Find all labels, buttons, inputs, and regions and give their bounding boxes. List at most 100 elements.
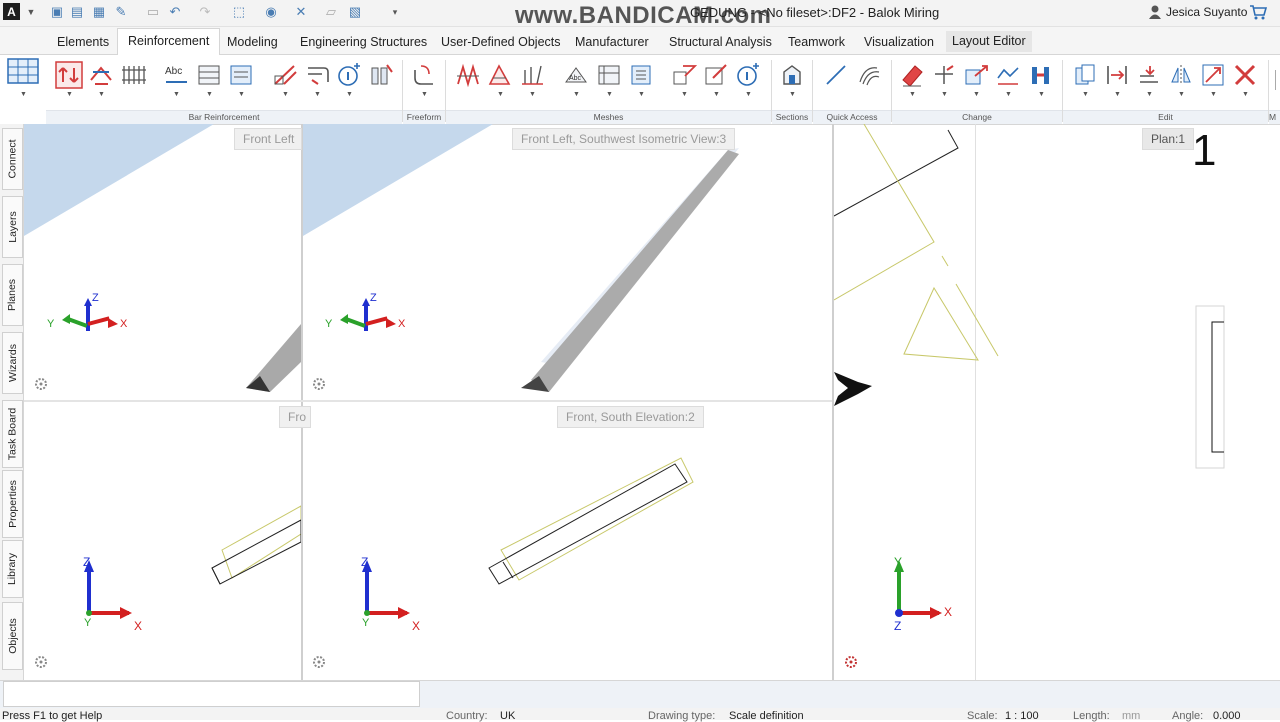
print-icon[interactable]: ▭: [144, 3, 162, 21]
bar-shape-dropdown-icon[interactable]: ▼: [66, 91, 73, 98]
tab-layout-editor[interactable]: Layout Editor: [946, 31, 1032, 52]
side-tab-connect[interactable]: Connect: [2, 128, 23, 190]
bar-label-icon[interactable]: Abc: [163, 62, 189, 88]
mesh-draw-icon[interactable]: [703, 62, 729, 88]
mesh-draw-dropdown-icon[interactable]: ▼: [713, 91, 720, 98]
tab-user-defined-objects[interactable]: User-Defined Objects: [441, 30, 561, 54]
mesh-label-icon[interactable]: Abc: [563, 62, 589, 88]
eraser-icon[interactable]: [899, 62, 925, 88]
user-icon[interactable]: [1148, 4, 1162, 20]
mesh-label-dropdown-icon[interactable]: ▼: [573, 91, 580, 98]
tools-menu-icon[interactable]: [6, 56, 40, 86]
status-country[interactable]: UK: [500, 710, 515, 722]
view-settings-icon[interactable]: [844, 655, 858, 669]
section-dropdown-icon[interactable]: ▼: [789, 91, 796, 98]
status-length-unit[interactable]: mm: [1122, 710, 1140, 722]
tab-engineering-structures[interactable]: Engineering Structures: [300, 30, 427, 54]
viewport-elevation-left[interactable]: [24, 402, 301, 680]
view-icon[interactable]: ◉: [262, 3, 280, 21]
mirror-dropdown-icon[interactable]: ▼: [1178, 91, 1185, 98]
bar-grid-icon[interactable]: [120, 62, 146, 88]
freeform-dropdown-icon[interactable]: ▼: [421, 91, 428, 98]
plan-icon[interactable]: ▧: [346, 3, 364, 21]
move-copy-dropdown-icon[interactable]: ▼: [1114, 91, 1121, 98]
tab-structural-analysis[interactable]: Structural Analysis: [669, 30, 772, 54]
bar-info-icon[interactable]: [336, 62, 362, 88]
move-copy-icon[interactable]: [1104, 62, 1130, 88]
tab-elements[interactable]: Elements: [57, 30, 109, 54]
bar-schedule-dropdown-icon[interactable]: ▼: [206, 91, 213, 98]
view-label-bottom-right[interactable]: Front, South Elevation:2: [557, 406, 704, 428]
bar-placement-dropdown-icon[interactable]: ▼: [98, 91, 105, 98]
bar-modify-dropdown-icon[interactable]: ▼: [282, 91, 289, 98]
bar-schedule-icon[interactable]: [196, 62, 222, 88]
open-file-icon[interactable]: ▤: [68, 3, 86, 21]
mesh-modify-icon[interactable]: [671, 62, 697, 88]
mesh-schedule-dropdown-icon[interactable]: ▼: [606, 91, 613, 98]
move-icon[interactable]: [963, 62, 989, 88]
mesh-schedule-icon[interactable]: [596, 62, 622, 88]
section-icon[interactable]: [779, 62, 805, 88]
layer-icon[interactable]: ▱: [322, 3, 340, 21]
join-icon[interactable]: [1028, 62, 1054, 88]
mesh-edit-dropdown-icon[interactable]: ▼: [529, 91, 536, 98]
mesh-icon[interactable]: [455, 62, 481, 88]
view-settings-icon[interactable]: [312, 655, 326, 669]
side-tab-task-board[interactable]: Task Board: [2, 400, 23, 468]
bar-label-dropdown-icon[interactable]: ▼: [173, 91, 180, 98]
scale-dropdown-icon[interactable]: ▼: [1210, 91, 1217, 98]
side-tab-properties[interactable]: Properties: [2, 470, 23, 538]
join-dropdown-icon[interactable]: ▼: [1038, 91, 1045, 98]
view-label-top-left[interactable]: Front Left: [234, 128, 302, 150]
copy-icon[interactable]: [1072, 62, 1098, 88]
select-icon[interactable]: ⬚: [230, 3, 248, 21]
view-label-top-right[interactable]: Front Left, Southwest Isometric View:3: [512, 128, 736, 150]
hatch-tool-icon[interactable]: [855, 62, 881, 88]
tab-modeling[interactable]: Modeling: [227, 30, 278, 54]
bar-list-dropdown-icon[interactable]: ▼: [238, 91, 245, 98]
stretch-icon[interactable]: [995, 62, 1021, 88]
view-settings-icon[interactable]: [34, 655, 48, 669]
bar-shape-icon[interactable]: [54, 60, 84, 90]
bar-info-dropdown-icon[interactable]: ▼: [346, 91, 353, 98]
offset-icon[interactable]: [1136, 62, 1162, 88]
bar-check-icon[interactable]: [368, 62, 394, 88]
edit-icon[interactable]: ✎: [112, 3, 130, 21]
delete-icon[interactable]: [1232, 62, 1258, 88]
line-tool-icon[interactable]: [823, 62, 849, 88]
delete-dropdown-icon[interactable]: ▼: [1242, 91, 1249, 98]
side-tab-objects[interactable]: Objects: [2, 602, 23, 670]
freeform-icon[interactable]: [411, 62, 437, 88]
bar-modify-icon[interactable]: [272, 62, 298, 88]
ribbon-overflow[interactable]: [1275, 70, 1280, 90]
quick-access-menu-icon[interactable]: ▼: [22, 3, 40, 21]
trim-dropdown-icon[interactable]: ▼: [941, 91, 948, 98]
bar-placement-icon[interactable]: [88, 62, 114, 88]
viewport-elevation-main[interactable]: [303, 402, 832, 680]
bar-list-icon[interactable]: [228, 62, 254, 88]
save-icon[interactable]: ▦: [90, 3, 108, 21]
tab-teamwork[interactable]: Teamwork: [788, 30, 845, 54]
mesh-edit-icon[interactable]: [519, 62, 545, 88]
bar-bend-dropdown-icon[interactable]: ▼: [314, 91, 321, 98]
mesh-info-dropdown-icon[interactable]: ▼: [745, 91, 752, 98]
user-name[interactable]: Jesica Suyanto: [1166, 5, 1247, 19]
bar-bend-icon[interactable]: [304, 62, 330, 88]
customize-icon[interactable]: ▾: [386, 3, 404, 21]
tools-menu-dropdown-icon[interactable]: ▼: [20, 91, 27, 98]
mesh-list-dropdown-icon[interactable]: ▼: [638, 91, 645, 98]
view-label-plan[interactable]: Plan:1: [1142, 128, 1195, 150]
view-settings-icon[interactable]: [312, 377, 326, 391]
status-drawing-type[interactable]: Scale definition: [729, 710, 804, 722]
stretch-dropdown-icon[interactable]: ▼: [1005, 91, 1012, 98]
offset-dropdown-icon[interactable]: ▼: [1146, 91, 1153, 98]
viewport-isometric-main[interactable]: [303, 124, 832, 400]
move-dropdown-icon[interactable]: ▼: [973, 91, 980, 98]
mesh-placement-icon[interactable]: [487, 62, 513, 88]
tools-icon[interactable]: ✕: [292, 3, 310, 21]
mesh-list-icon[interactable]: [628, 62, 654, 88]
mesh-info-icon[interactable]: [735, 62, 761, 88]
undo-icon[interactable]: ↶: [166, 3, 184, 21]
status-scale[interactable]: 1 : 100: [1005, 710, 1039, 722]
view-settings-icon[interactable]: [34, 377, 48, 391]
